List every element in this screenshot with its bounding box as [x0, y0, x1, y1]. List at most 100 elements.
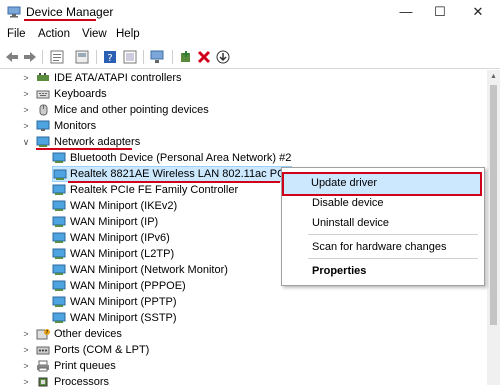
mouse-icon [39, 104, 48, 116]
add-driver-icon[interactable] [178, 49, 194, 65]
svg-text:?: ? [46, 330, 49, 336]
ide-controller-icon [37, 73, 49, 81]
properties-icon[interactable] [49, 49, 65, 65]
network-card-icon [52, 152, 66, 163]
download-icon[interactable] [215, 49, 231, 65]
tree-item-label: Bluetooth Device (Personal Area Network)… [70, 152, 292, 164]
context-item-disable-device[interactable]: Disable device [312, 197, 384, 209]
expand-chevron-icon[interactable]: > [21, 326, 31, 342]
expand-chevron-icon[interactable]: > [21, 374, 31, 390]
tree-item-ports[interactable]: > Ports (COM & LPT) [0, 342, 480, 358]
expand-chevron-icon[interactable]: > [21, 70, 31, 86]
tree-item-print-queues[interactable]: > Print queues [0, 358, 480, 374]
tree-item-label: WAN Miniport (Network Monitor) [70, 264, 228, 276]
scrollbar-thumb[interactable] [490, 85, 497, 325]
toolbar-separator [172, 50, 173, 64]
network-card-icon [52, 216, 66, 227]
context-item-scan-hardware[interactable]: Scan for hardware changes [312, 241, 447, 253]
tree-item-label: Realtek 8821AE Wireless LAN 802.11ac PCI… [70, 168, 291, 180]
tree-item-monitors[interactable]: > Monitors [0, 118, 480, 134]
monitor-icon [36, 120, 50, 131]
forward-icon[interactable] [22, 49, 38, 65]
tree-item-ide-controllers[interactable]: > IDE ATA/ATAPI controllers [0, 70, 480, 86]
tree-item-label: Mice and other pointing devices [54, 104, 209, 116]
tree-item-label: Print queues [54, 360, 116, 372]
tree-item-label: WAN Miniport (L2TP) [70, 248, 175, 260]
window-title: Device Manager [26, 5, 114, 19]
expand-chevron-icon[interactable]: > [21, 358, 31, 374]
context-item-label: Update driver [311, 177, 378, 189]
maximize-button[interactable]: ☐ [424, 2, 456, 22]
printer-icon [37, 360, 49, 372]
tree-item-label: Realtek PCIe FE Family Controller [70, 184, 239, 196]
context-menu-separator [308, 234, 478, 235]
menu-action[interactable]: Action [38, 28, 70, 40]
scan-icon[interactable] [150, 49, 166, 65]
context-item-uninstall-device[interactable]: Uninstall device [312, 217, 389, 229]
scroll-up-icon[interactable]: ▲ [487, 70, 500, 83]
menu-file[interactable]: File [7, 28, 26, 40]
tree-item-wan-ikev2[interactable]: WAN Miniport (IKEv2) [0, 198, 280, 214]
toolbar-separator [143, 50, 144, 64]
network-card-icon [52, 248, 66, 259]
tree-item-bluetooth-pan[interactable]: Bluetooth Device (Personal Area Network)… [0, 150, 480, 166]
tree-item-label: WAN Miniport (PPTP) [70, 296, 177, 308]
tree-item-wan-ip[interactable]: WAN Miniport (IP) [0, 214, 280, 230]
context-menu-separator [308, 258, 478, 259]
expand-chevron-icon[interactable]: > [21, 342, 31, 358]
tree-item-realtek-fe[interactable]: Realtek PCIe FE Family Controller [0, 182, 280, 198]
tree-item-processors[interactable]: > Processors [0, 374, 480, 390]
minimize-button[interactable]: — [390, 2, 422, 22]
tree-item-label: Processors [54, 376, 110, 388]
tree-item-label: WAN Miniport (IKEv2) [70, 200, 178, 212]
tree-item-wan-ipv6[interactable]: WAN Miniport (IPv6) [0, 230, 280, 246]
network-card-icon [52, 232, 66, 243]
view-icon[interactable] [122, 49, 138, 65]
vertical-scrollbar[interactable]: ▲ [487, 70, 500, 385]
tree-item-wan-sstp[interactable]: WAN Miniport (SSTP) [0, 310, 280, 326]
expand-chevron-icon[interactable]: > [21, 86, 31, 102]
network-adapter-icon [36, 136, 50, 147]
tree-item-label: Monitors [54, 120, 97, 132]
tree-item-label: WAN Miniport (SSTP) [70, 312, 177, 324]
help-icon[interactable]: ? [102, 49, 118, 65]
expand-chevron-icon[interactable]: > [21, 118, 31, 134]
tree-item-label: WAN Miniport (IP) [70, 216, 159, 228]
network-card-icon [52, 184, 66, 195]
unknown-device-icon: ? [36, 329, 50, 340]
menu-view[interactable]: View [82, 28, 107, 40]
tree-item-label: WAN Miniport (IPv6) [70, 232, 170, 244]
tree-item-label: Other devices [54, 328, 122, 340]
network-card-icon [52, 280, 66, 291]
tree-item-wan-pppoe[interactable]: WAN Miniport (PPPOE) [0, 278, 280, 294]
tree-item-other-devices[interactable]: > ? Other devices [0, 326, 480, 342]
close-button[interactable]: ✕ [462, 2, 494, 22]
tree-item-wan-l2tp[interactable]: WAN Miniport (L2TP) [0, 246, 280, 262]
back-icon[interactable] [4, 49, 20, 65]
show-hidden-icon[interactable] [74, 49, 90, 65]
network-card-icon [52, 264, 66, 275]
tree-item-label: Keyboards [54, 88, 107, 100]
context-item-update-driver[interactable]: Update driver [282, 172, 482, 196]
tree-item-wan-pptp[interactable]: WAN Miniport (PPTP) [0, 294, 280, 310]
uninstall-icon[interactable] [196, 49, 212, 65]
keyboard-icon [36, 90, 50, 99]
tree-item-label: WAN Miniport (PPPOE) [70, 280, 186, 292]
network-card-icon [52, 312, 66, 323]
expand-chevron-icon[interactable]: > [21, 102, 31, 118]
tree-item-realtek-wireless[interactable]: Realtek 8821AE Wireless LAN 802.11ac PCI… [52, 166, 292, 182]
title-bar: Device Manager — ☐ ✕ [0, 0, 500, 26]
network-card-icon [53, 169, 67, 180]
collapse-chevron-icon[interactable]: ∨ [21, 134, 31, 150]
menu-help[interactable]: Help [116, 28, 140, 40]
port-icon [36, 346, 50, 355]
context-menu: Update driver Disable device Uninstall d… [281, 167, 485, 286]
tree-item-keyboards[interactable]: > Keyboards [0, 86, 480, 102]
menu-bar: File Action View Help [0, 26, 500, 46]
context-item-properties[interactable]: Properties [312, 265, 366, 277]
tree-item-label: IDE ATA/ATAPI controllers [54, 72, 182, 84]
toolbar: ? [0, 46, 500, 69]
toolbar-separator [42, 50, 43, 64]
tree-item-mice[interactable]: > Mice and other pointing devices [0, 102, 480, 118]
tree-item-wan-network-monitor[interactable]: WAN Miniport (Network Monitor) [0, 262, 280, 278]
